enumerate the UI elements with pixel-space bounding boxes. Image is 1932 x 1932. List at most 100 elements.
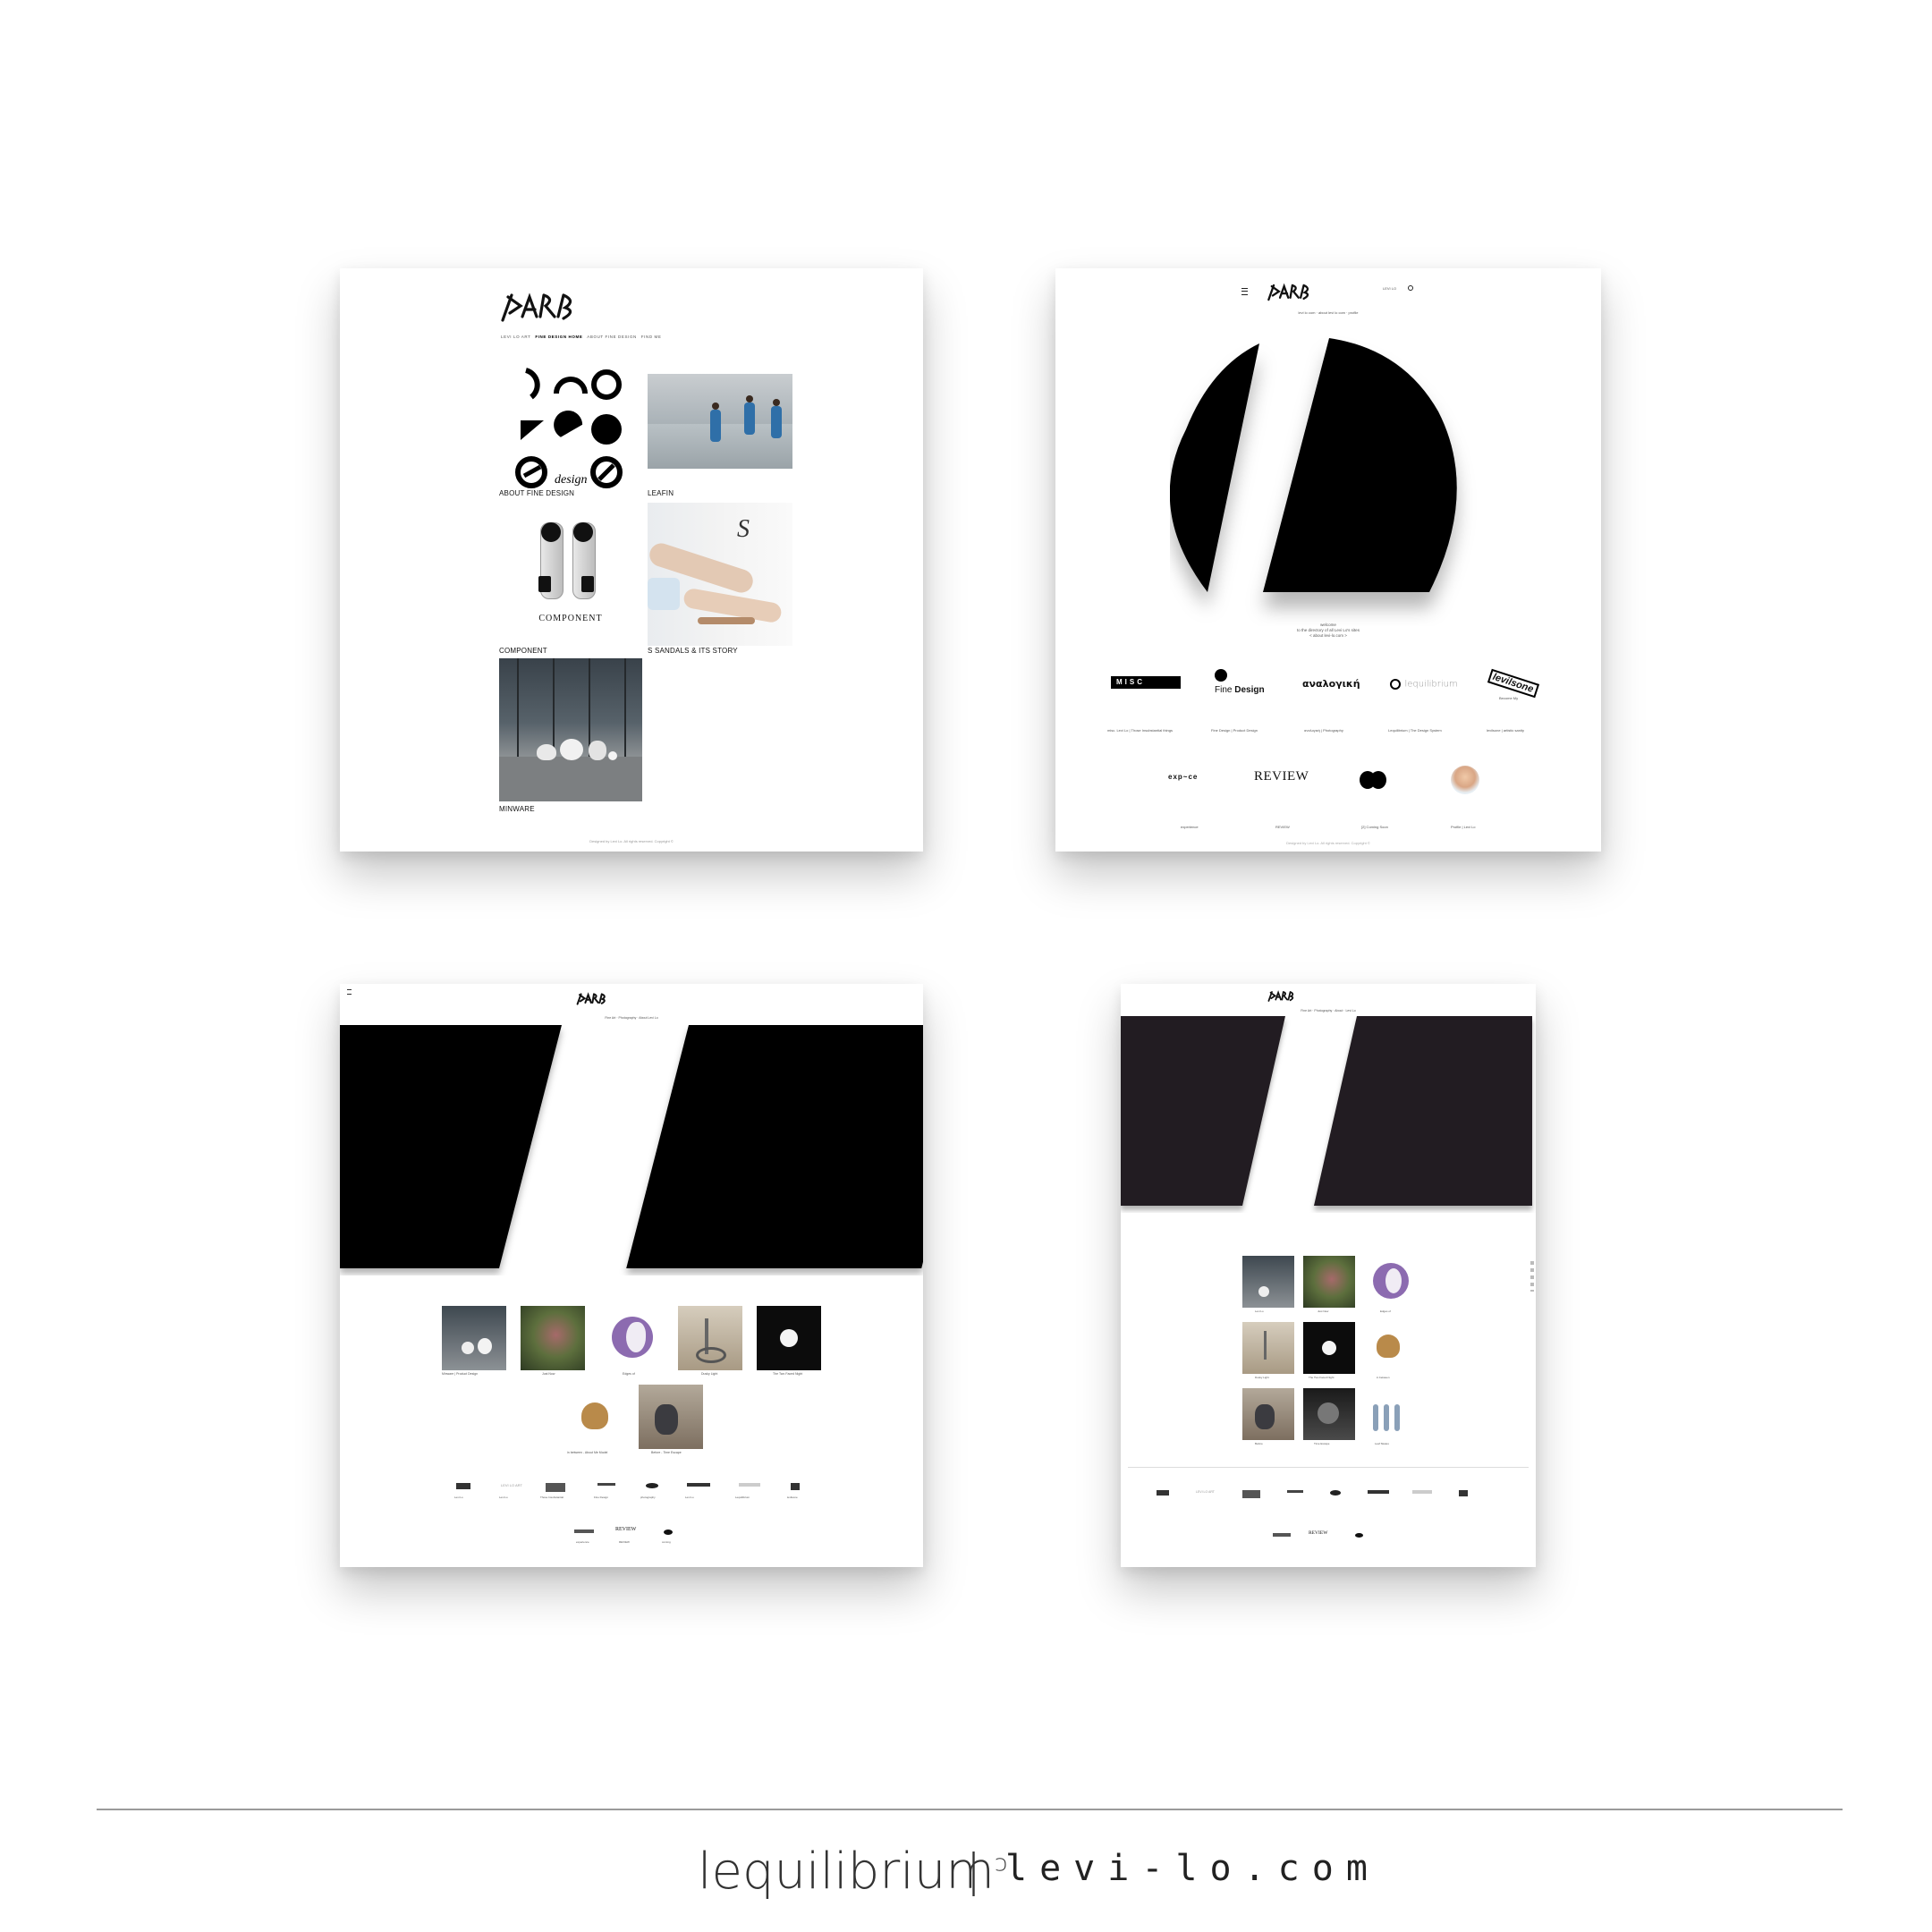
nav-item-art[interactable]: LEVI LO ART — [501, 335, 530, 339]
brand-mini-text[interactable]: LEVI LO ART — [501, 1483, 522, 1487]
grid-thumb-7[interactable] — [1242, 1388, 1294, 1440]
grid-thumb-9[interactable] — [1364, 1388, 1416, 1440]
experience-mini-logo[interactable] — [574, 1530, 594, 1533]
brand-mini-logo[interactable] — [646, 1483, 658, 1488]
tile-s-sandals[interactable]: S — [648, 503, 792, 646]
gallery-thumb-minware[interactable] — [442, 1306, 506, 1370]
brand-strip: LEVI LO ART — [1157, 1490, 1514, 1517]
brand-logo[interactable] — [1267, 281, 1313, 304]
brand-mini-label: experience — [576, 1540, 589, 1544]
brand-strip: LEVI LO ART Levi Lo Levi Lo Those Insubs… — [447, 1483, 832, 1510]
fine-design-icon — [1215, 669, 1227, 682]
brand-mini-logo[interactable] — [687, 1483, 710, 1487]
brand-mini-logo[interactable] — [791, 1483, 800, 1490]
gallery-thumb-just-now[interactable] — [521, 1306, 585, 1370]
brand-mini-logo[interactable] — [1242, 1490, 1260, 1498]
tile-caption[interactable]: COMPONENT — [499, 647, 547, 655]
gallery-thumb-before[interactable] — [639, 1385, 703, 1449]
grid-thumb-1[interactable] — [1242, 1256, 1294, 1308]
footer-domain-link[interactable]: levi-lo.com — [1005, 1848, 1380, 1889]
top-nav: LEVI LO ART FINE DESIGN HOME ABOUT FINE … — [501, 335, 661, 339]
brand-mini-logo[interactable] — [597, 1483, 615, 1486]
brand-mini-logo[interactable] — [739, 1483, 760, 1487]
gallery-thumb-in-between[interactable] — [564, 1385, 628, 1449]
experience-mini-logo[interactable] — [1273, 1533, 1291, 1537]
brand-experience[interactable]: exp~ce — [1168, 773, 1198, 781]
gallery-thumb-edges[interactable] — [599, 1306, 664, 1370]
levilsone-logo-text: levilsone — [1487, 668, 1540, 699]
brand-mini-logo[interactable] — [1412, 1490, 1432, 1494]
brand-mini-logo[interactable] — [546, 1483, 565, 1492]
tile-about-fine-design[interactable]: design — [499, 358, 642, 501]
brand-logo[interactable] — [1267, 989, 1296, 1004]
screenshot-levi-lo-art-desktop: Fine Art · Photography · About Levi Lo M… — [340, 984, 923, 1567]
hamburger-menu-icon[interactable] — [1241, 288, 1248, 295]
sandal-s-letter: S — [737, 515, 750, 543]
welcome-block: welcome to the directory of all Levi Lo'… — [1055, 623, 1601, 639]
tile-caption[interactable]: S SANDALS & ITS STORY — [648, 647, 738, 655]
lequilibrium-icon — [1390, 678, 1401, 690]
brand-logo[interactable] — [499, 290, 580, 326]
review-mini-logo[interactable]: REVIEW — [1309, 1530, 1327, 1536]
coming-mini-logo[interactable] — [1355, 1533, 1363, 1538]
hero-banner — [1121, 1016, 1536, 1213]
coming-mini-logo[interactable] — [664, 1530, 673, 1535]
brand-mini-label: Levi Lo — [685, 1496, 694, 1499]
tile-caption[interactable]: ABOUT FINE DESIGN — [499, 489, 574, 497]
header-right-text[interactable]: LEVI LO — [1383, 286, 1396, 291]
footer-brand[interactable]: lequilibriumↄ — [698, 1843, 1007, 1901]
profile-avatar[interactable] — [1451, 766, 1479, 794]
review-mini-logo[interactable]: REVIEW — [615, 1527, 636, 1532]
grid-thumb-2[interactable] — [1303, 1256, 1355, 1308]
brand-mini-logo[interactable] — [1368, 1490, 1389, 1494]
coming-soon-icon[interactable] — [1360, 771, 1388, 789]
search-icon[interactable] — [1408, 285, 1413, 291]
brand-mini-logo[interactable] — [456, 1483, 470, 1489]
tile-component[interactable]: COMPONENT — [499, 510, 642, 644]
gallery-thumb-dusky-light[interactable] — [678, 1306, 742, 1370]
brand-logo[interactable] — [576, 991, 608, 1007]
brand-mini-logo[interactable] — [1330, 1490, 1341, 1496]
brand-mini-logo[interactable] — [1459, 1490, 1468, 1496]
brand-mini-logo[interactable] — [1287, 1490, 1303, 1493]
grid-thumb-3[interactable] — [1364, 1256, 1416, 1308]
brand-analogiki[interactable]: αναλογική — [1302, 678, 1360, 690]
brand-review[interactable]: REVIEW — [1254, 769, 1309, 784]
nav-item-about[interactable]: ABOUT FINE DESIGN — [587, 335, 637, 339]
grid-thumb-5[interactable] — [1303, 1322, 1355, 1374]
brand-label: experience — [1181, 825, 1199, 829]
misc-logo-text: MISC — [1116, 678, 1145, 686]
nav-item-find[interactable]: FIND ME — [641, 335, 662, 339]
tile-caption[interactable]: MINWARE — [499, 805, 535, 813]
grid-caption: The Two Faced Night — [1309, 1376, 1335, 1379]
footer-brand-text: lequilibrium — [698, 1843, 995, 1901]
top-nav[interactable]: levi lo com · about levi lo com · profil… — [1055, 310, 1601, 315]
brand-mini-text[interactable]: LEVI LO ART — [1196, 1490, 1215, 1494]
brand-mini-label: Levi Lo — [454, 1496, 463, 1499]
brand-label: Fine Design | Product Design — [1211, 728, 1258, 733]
tile-minware[interactable] — [499, 658, 642, 801]
brand-mini-label: Those Insubstantial — [540, 1496, 564, 1499]
brand-levilsone[interactable]: levilsone Become My — [1487, 667, 1540, 707]
component-overlay-text: COMPONENT — [538, 614, 603, 623]
tile-caption[interactable]: LEAFIN — [648, 489, 674, 497]
tile-leafin[interactable] — [648, 374, 792, 469]
brand-label: REVIEW — [1275, 825, 1290, 829]
brand-mini-logo[interactable] — [1157, 1490, 1169, 1496]
brand-lequilibrium[interactable]: lequilibrium — [1390, 676, 1458, 692]
nav-item-home[interactable]: FINE DESIGN HOME — [535, 335, 582, 339]
top-nav[interactable]: Fine Art · Photography · About · Levi Lo — [1121, 1009, 1536, 1013]
grid-thumb-8[interactable] — [1303, 1388, 1355, 1440]
gallery-caption: in between - About Me Model — [567, 1451, 608, 1454]
brand-fine-design[interactable]: Fine Design — [1211, 669, 1274, 705]
top-nav[interactable]: Fine Art · Photography · About Levi Lo — [340, 1016, 923, 1020]
gallery-thumb-two-faced-night[interactable] — [757, 1306, 821, 1370]
side-share-icons[interactable] — [1530, 1261, 1534, 1292]
menu-icon[interactable] — [347, 989, 352, 995]
section-divider — [1128, 1467, 1529, 1468]
grid-thumb-6[interactable] — [1364, 1322, 1416, 1374]
welcome-link[interactable]: < about levi-lo.com > — [1055, 633, 1601, 639]
grid-thumb-4[interactable] — [1242, 1322, 1294, 1374]
footer-separator: | — [966, 1844, 981, 1896]
brand-misc[interactable]: MISC — [1111, 676, 1181, 689]
